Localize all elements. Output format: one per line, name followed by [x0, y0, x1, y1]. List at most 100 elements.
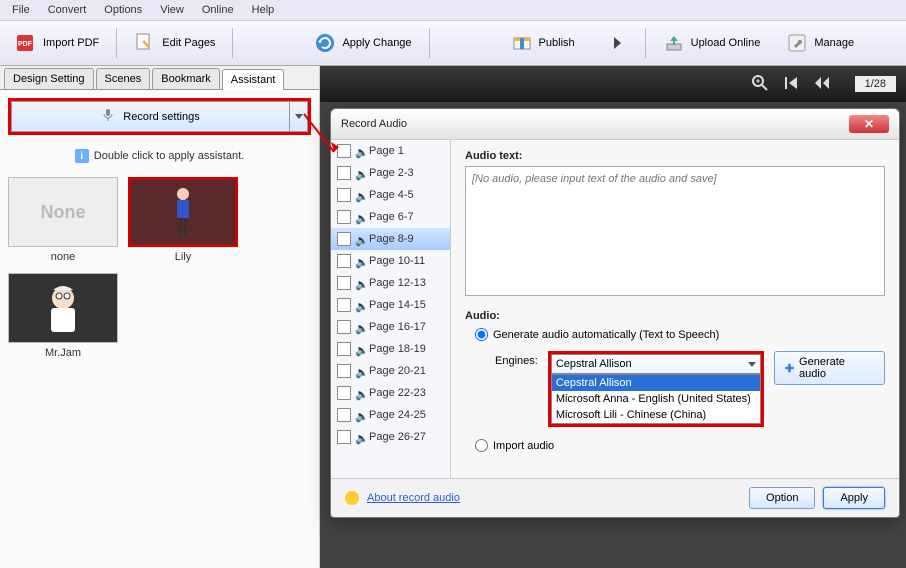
- publish-button[interactable]: Publish: [500, 27, 586, 59]
- menu-view[interactable]: View: [152, 2, 192, 18]
- page-icon: [337, 320, 351, 334]
- engine-dropdown: Cepstral Allison Microsoft Anna - Englis…: [551, 374, 761, 424]
- engine-option[interactable]: Microsoft Anna - English (United States): [552, 391, 760, 407]
- record-settings-button[interactable]: Record settings: [11, 101, 290, 132]
- chevron-down-icon: [295, 114, 303, 119]
- generate-audio-label: Generate audio: [799, 356, 874, 380]
- toolbar: PDF Import PDF Edit Pages Apply Change P…: [0, 21, 906, 66]
- hint-text: Double click to apply assistant.: [94, 150, 244, 162]
- wrench-icon: [786, 32, 808, 54]
- svg-text:PDF: PDF: [18, 41, 33, 48]
- manage-button[interactable]: Manage: [775, 27, 865, 59]
- radio-import-input[interactable]: [475, 439, 488, 452]
- page-icon: [337, 232, 351, 246]
- edit-pages-icon: [134, 32, 156, 54]
- pdf-icon: PDF: [15, 32, 37, 54]
- record-settings-dropdown[interactable]: [290, 101, 308, 132]
- zoom-in-icon[interactable]: [751, 74, 769, 95]
- page-icon: [337, 364, 351, 378]
- tab-scenes[interactable]: Scenes: [96, 68, 151, 89]
- page-icon: [337, 342, 351, 356]
- page-item[interactable]: 🔈Page 4-5: [331, 184, 450, 206]
- page-item[interactable]: 🔈Page 16-17: [331, 316, 450, 338]
- publish-icon: [511, 32, 533, 54]
- sound-icon: 🔈: [355, 366, 365, 376]
- sound-icon: 🔈: [355, 256, 365, 266]
- sound-icon: 🔈: [355, 168, 365, 178]
- sound-icon: 🔈: [355, 410, 365, 420]
- apply-change-button[interactable]: Apply Change: [303, 27, 422, 59]
- sound-icon: 🔈: [355, 344, 365, 354]
- edit-pages-button[interactable]: Edit Pages: [123, 27, 226, 59]
- apply-button[interactable]: Apply: [823, 487, 885, 509]
- page-icon: [337, 166, 351, 180]
- more-icon[interactable]: [614, 37, 621, 49]
- sound-icon: 🔈: [355, 146, 365, 156]
- left-panel: Design Setting Scenes Bookmark Assistant…: [0, 66, 320, 568]
- import-pdf-button[interactable]: PDF Import PDF: [4, 27, 110, 59]
- menu-options[interactable]: Options: [96, 2, 150, 18]
- menu-convert[interactable]: Convert: [40, 2, 95, 18]
- generate-audio-button[interactable]: ✚ Generate audio: [774, 351, 885, 385]
- page-icon: [337, 408, 351, 422]
- page-item[interactable]: 🔈Page 20-21: [331, 360, 450, 382]
- page-indicator: 1/28: [855, 76, 896, 92]
- refresh-icon: [314, 32, 336, 54]
- page-icon: [337, 210, 351, 224]
- page-icon: [337, 254, 351, 268]
- engine-option[interactable]: Microsoft Lili - Chinese (China): [552, 407, 760, 423]
- page-item[interactable]: 🔈Page 2-3: [331, 162, 450, 184]
- menu-help[interactable]: Help: [244, 2, 283, 18]
- avatar-lily-icon: [163, 182, 203, 242]
- page-item[interactable]: 🔈Page 8-9: [331, 228, 450, 250]
- option-button[interactable]: Option: [749, 487, 815, 509]
- about-link[interactable]: About record audio: [367, 492, 460, 504]
- menu-online[interactable]: Online: [194, 2, 242, 18]
- page-icon: [337, 386, 351, 400]
- sound-icon: 🔈: [355, 212, 365, 222]
- page-item[interactable]: 🔈Page 1: [331, 140, 450, 162]
- thumb-label: Lily: [128, 251, 238, 263]
- audio-text-input[interactable]: [465, 166, 885, 296]
- tab-design-setting[interactable]: Design Setting: [4, 68, 94, 89]
- audio-text-label: Audio text:: [465, 150, 885, 162]
- page-item[interactable]: 🔈Page 22-23: [331, 382, 450, 404]
- page-item[interactable]: 🔈Page 6-7: [331, 206, 450, 228]
- first-page-icon[interactable]: [783, 75, 799, 94]
- tab-assistant[interactable]: Assistant: [222, 69, 285, 90]
- tab-bookmark[interactable]: Bookmark: [152, 68, 220, 89]
- page-item[interactable]: 🔈Page 18-19: [331, 338, 450, 360]
- dialog-footer: About record audio Option Apply: [331, 478, 899, 517]
- microphone-icon: [101, 108, 115, 125]
- page-icon: [337, 188, 351, 202]
- sound-icon: 🔈: [355, 234, 365, 244]
- engine-highlight: Cepstral Allison Cepstral Allison Micros…: [548, 351, 764, 427]
- thumbnail-grid: None none Lily Mr.Jam: [0, 169, 319, 367]
- radio-generate[interactable]: Generate audio automatically (Text to Sp…: [475, 328, 885, 341]
- page-item[interactable]: 🔈Page 24-25: [331, 404, 450, 426]
- close-button[interactable]: ✕: [849, 115, 889, 133]
- thumb-lily[interactable]: Lily: [128, 177, 238, 263]
- page-item[interactable]: 🔈Page 26-27: [331, 426, 450, 448]
- sound-icon: 🔈: [355, 278, 365, 288]
- page-icon: [337, 430, 351, 444]
- page-item[interactable]: 🔈Page 12-13: [331, 272, 450, 294]
- upload-online-label: Upload Online: [691, 37, 761, 49]
- page-item[interactable]: 🔈Page 10-11: [331, 250, 450, 272]
- info-icon: i: [75, 149, 89, 163]
- plus-icon: ✚: [785, 362, 794, 375]
- engine-option[interactable]: Cepstral Allison: [552, 375, 760, 391]
- engine-select[interactable]: Cepstral Allison: [551, 354, 761, 374]
- import-pdf-label: Import PDF: [43, 37, 99, 49]
- thumb-mrjam[interactable]: Mr.Jam: [8, 273, 118, 359]
- hint-bar: i Double click to apply assistant.: [0, 143, 319, 169]
- engines-label: Engines:: [495, 351, 538, 367]
- thumb-none[interactable]: None none: [8, 177, 118, 263]
- radio-generate-input[interactable]: [475, 328, 488, 341]
- upload-online-button[interactable]: Upload Online: [652, 27, 772, 59]
- menu-file[interactable]: File: [4, 2, 38, 18]
- page-item[interactable]: 🔈Page 14-15: [331, 294, 450, 316]
- page-list[interactable]: 🔈Page 1 🔈Page 2-3 🔈Page 4-5 🔈Page 6-7 🔈P…: [331, 140, 451, 478]
- radio-import[interactable]: Import audio: [475, 439, 885, 452]
- prev-page-icon[interactable]: [813, 75, 831, 94]
